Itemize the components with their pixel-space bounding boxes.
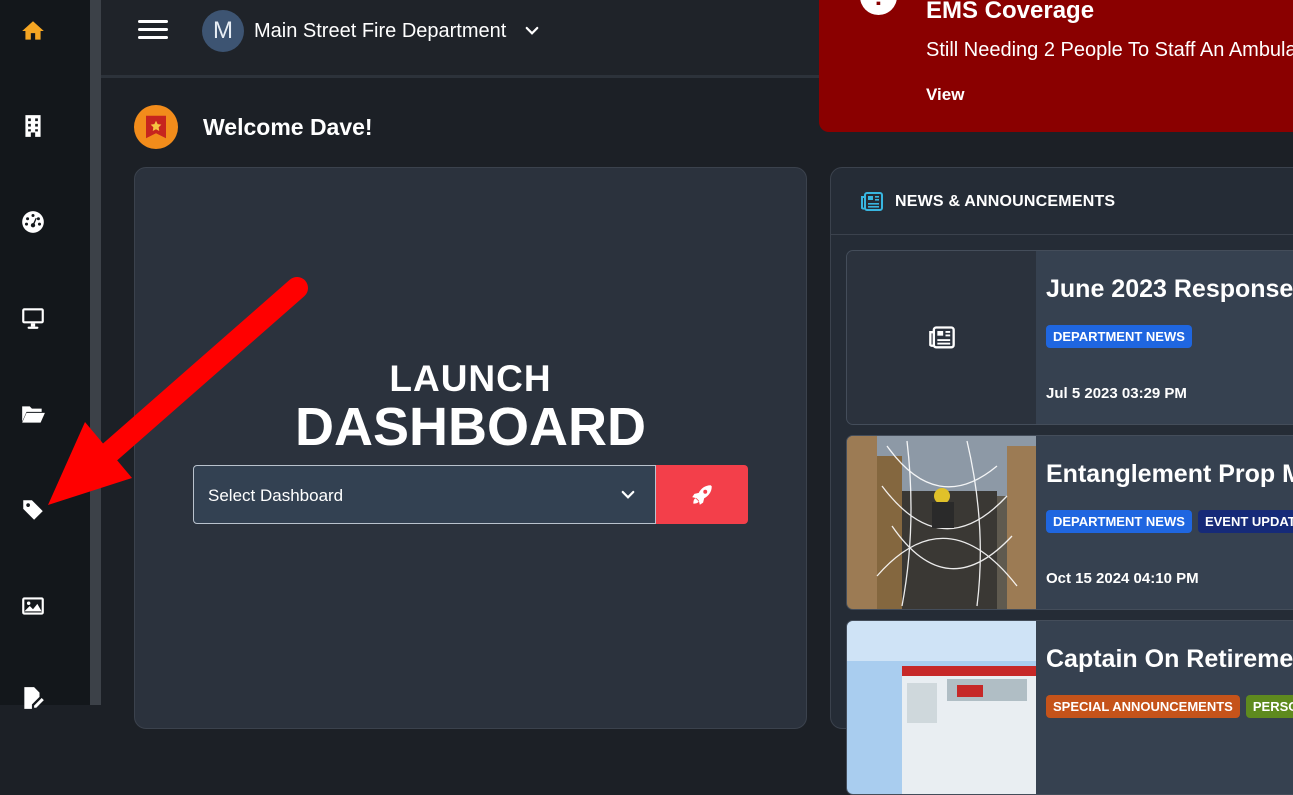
news-tags: SPECIAL ANNOUNCEMENTSPERSONNEL [1046, 695, 1293, 718]
org-switcher[interactable]: Main Street Fire Department [254, 20, 506, 43]
news-card[interactable]: Entanglement Prop M DEPARTMENT NEWS EVENT… [846, 435, 1293, 610]
image-icon[interactable] [19, 592, 47, 620]
news-photo [847, 436, 1036, 609]
exclamation-icon: ! [860, 0, 897, 15]
tag-icon[interactable] [19, 496, 47, 524]
rocket-icon [692, 484, 712, 505]
dashboard-gauge-icon[interactable] [19, 208, 47, 236]
news-thumbnail [847, 251, 1036, 424]
news-date: Oct 15 2024 04:10 PM [1046, 570, 1199, 587]
dashboard-select-value: Select Dashboard [208, 486, 344, 505]
news-title: Entanglement Prop M [1046, 460, 1293, 488]
newspaper-icon [928, 325, 955, 348]
news-date: Jul 5 2023 03:29 PM [1046, 385, 1187, 402]
tag-badge: EVENT UPDATE [1197, 510, 1293, 533]
launch-button[interactable] [656, 465, 748, 524]
tag-badge: DEPARTMENT NEWS [1046, 325, 1192, 348]
welcome-message: Welcome Dave! [203, 114, 373, 140]
alert-title: EMS Coverage [926, 0, 1095, 24]
tag-badge: SPECIAL ANNOUNCEMENTS [1046, 695, 1240, 718]
dashboard-title: DASHBOARD [295, 397, 646, 457]
monitor-icon[interactable] [19, 304, 47, 332]
news-tags: DEPARTMENT NEWS [1046, 325, 1198, 348]
alert-message: Still Needing 2 People To Staff An Ambul… [926, 39, 1293, 61]
news-header: NEWS & ANNOUNCEMENTS [831, 168, 1293, 235]
news-card[interactable]: June 2023 Response DEPARTMENT NEWS Jul 5… [846, 250, 1293, 425]
building-icon[interactable] [19, 112, 47, 140]
news-title: June 2023 Response [1046, 275, 1293, 303]
department-logo [134, 105, 178, 149]
newspaper-icon [861, 192, 883, 211]
home-icon[interactable] [19, 17, 47, 45]
hamburger-menu-icon[interactable] [138, 15, 168, 45]
dashboard-select[interactable]: Select Dashboard [193, 465, 656, 524]
alert-view-link[interactable]: View [926, 85, 964, 105]
sidebar-rail [0, 0, 90, 709]
alert-banner: ! EMS Coverage Still Needing 2 People To… [819, 0, 1293, 132]
launch-dashboard-panel: LAUNCH DASHBOARD Select Dashboard [134, 167, 807, 729]
org-avatar: M [202, 10, 244, 52]
sidebar-scrollbar[interactable] [90, 0, 101, 705]
news-tags: DEPARTMENT NEWSEVENT UPDATE [1046, 510, 1293, 533]
folder-open-icon[interactable] [19, 400, 47, 428]
news-panel: NEWS & ANNOUNCEMENTS June 2023 Response … [830, 167, 1293, 795]
news-title: Captain On Retireme [1046, 645, 1293, 673]
edit-file-icon[interactable] [19, 684, 47, 712]
news-header-title: NEWS & ANNOUNCEMENTS [895, 193, 1116, 210]
tag-badge: PERSONNEL [1245, 695, 1293, 718]
news-card[interactable]: Captain On Retireme SPECIAL ANNOUNCEMENT… [846, 620, 1293, 795]
tag-badge: DEPARTMENT NEWS [1046, 510, 1192, 533]
chevron-down-icon[interactable] [523, 22, 541, 40]
launch-title: LAUNCH [389, 358, 552, 399]
chevron-down-icon [621, 490, 635, 499]
news-photo [847, 621, 1036, 794]
